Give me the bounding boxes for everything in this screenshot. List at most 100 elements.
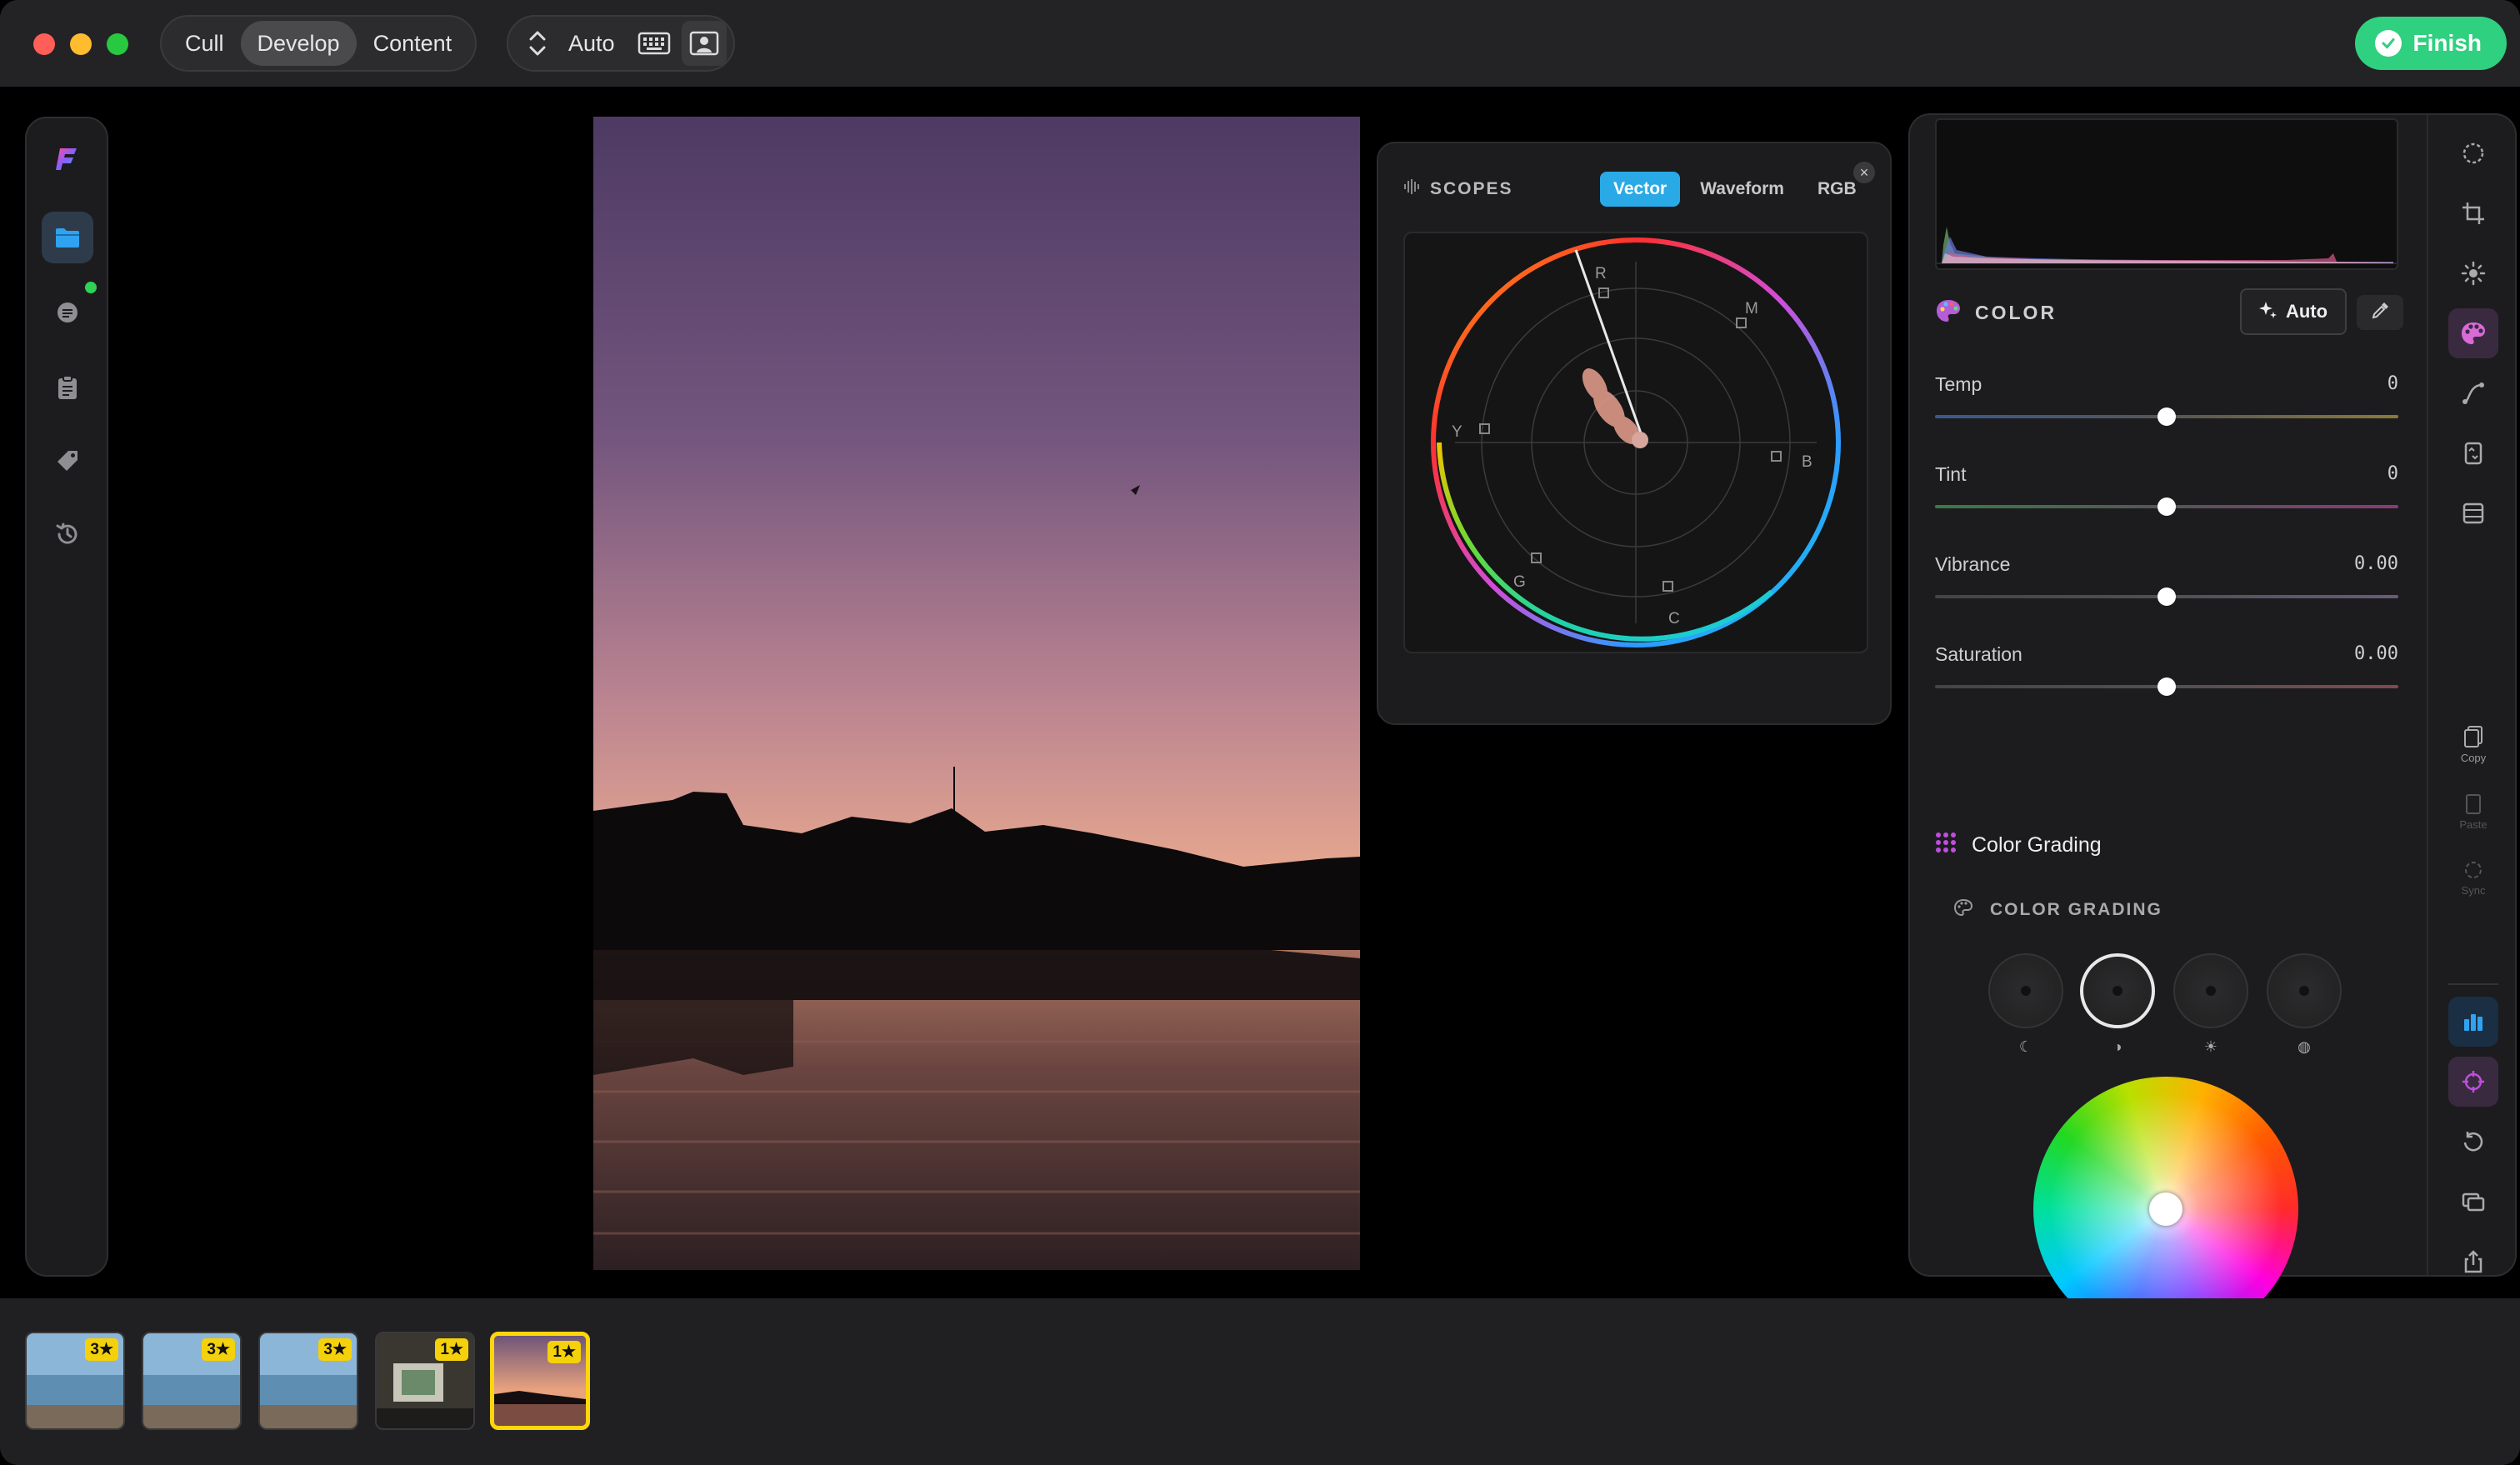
color-tool[interactable] (2448, 308, 2498, 358)
filmstrip: 3★ 3★ 3★ 1★ 1★ (0, 1298, 2520, 1465)
app-window: Cull Develop Content Auto Finish SCOPES … (0, 0, 2520, 1465)
finish-label: Finish (2412, 30, 2482, 56)
rating-badge: 3★ (202, 1338, 235, 1361)
tint-knob[interactable] (2158, 498, 2176, 516)
eyedropper-button[interactable] (2357, 295, 2403, 330)
film-thumb[interactable]: 3★ (25, 1332, 125, 1430)
shadows-wheel-handle[interactable] (2021, 986, 2031, 996)
tint-value[interactable]: 0 (2388, 463, 2398, 484)
status-dot (85, 282, 97, 293)
scopes-header: SCOPES (1403, 178, 1513, 200)
auto-button[interactable]: Auto (565, 21, 627, 66)
auto-sort-icon[interactable] (515, 21, 560, 66)
zoom-window-button[interactable] (107, 33, 128, 55)
undo-button[interactable] (2448, 1117, 2498, 1167)
palette-icon (1935, 298, 1962, 328)
color-section-header: COLOR Auto (1935, 288, 2403, 337)
waveform-icon (1403, 178, 1422, 200)
tool-divider (2448, 983, 2498, 985)
adjustments-panel: COLOR Auto Temp 0 Tint 0 Vibrance 0.00 S… (1908, 113, 2517, 1342)
close-scopes-button[interactable]: × (1853, 162, 1875, 183)
export-button[interactable] (2448, 1237, 2498, 1287)
color-grading-section-header[interactable]: Color Grading (1935, 832, 2102, 859)
global-wheel[interactable] (2267, 953, 2342, 1028)
color-grading-label: Color Grading (1972, 833, 2102, 857)
vibrance-label: Vibrance (1935, 553, 2011, 575)
sidebar-item-tags[interactable] (42, 435, 93, 487)
globe-icon: ◍ (2298, 1038, 2311, 1055)
scopes-title: SCOPES (1430, 179, 1513, 198)
mode-develop-tab[interactable]: Develop (240, 21, 357, 66)
color-wheel-handle[interactable] (2149, 1192, 2182, 1226)
saturation-slider[interactable]: Saturation 0.00 (1935, 643, 2398, 710)
vector-label-g: G (1513, 573, 1526, 591)
film-thumb[interactable]: 1★ (375, 1332, 475, 1430)
grid-dots-icon (1935, 832, 1957, 859)
temp-value[interactable]: 0 (2388, 373, 2398, 394)
shadows-wheel[interactable] (1988, 953, 2063, 1028)
rating-badge: 1★ (435, 1338, 468, 1361)
mode-content-tab[interactable]: Content (357, 21, 469, 66)
midtones-wheel-handle[interactable] (2112, 986, 2122, 996)
film-thumb-selected[interactable]: 1★ (490, 1332, 590, 1430)
midtones-wheel[interactable] (2080, 953, 2155, 1028)
scopes-panel: SCOPES Vector Waveform RGB × R M Y B G C (1377, 142, 1892, 725)
vector-label-m: M (1745, 300, 1758, 318)
film-tool[interactable] (2448, 488, 2498, 538)
app-logo-icon (42, 133, 93, 185)
vectorscope: R M Y B G C (1403, 232, 1868, 653)
vibrance-slider[interactable]: Vibrance 0.00 (1935, 553, 2398, 620)
tab-waveform[interactable]: Waveform (1687, 172, 1798, 207)
copy-button[interactable]: Copy (2448, 715, 2498, 773)
transform-tool[interactable] (2448, 428, 2498, 478)
highlights-wheel[interactable] (2173, 953, 2248, 1028)
close-window-button[interactable] (33, 33, 55, 55)
half-circle-icon: ◑ (2112, 1038, 2122, 1055)
highlights-wheel-handle[interactable] (2206, 986, 2216, 996)
minimize-window-button[interactable] (70, 33, 92, 55)
color-auto-button[interactable]: Auto (2240, 288, 2347, 335)
color-section-title: COLOR (1975, 301, 2058, 323)
vibrance-knob[interactable] (2158, 588, 2176, 606)
film-thumb[interactable]: 3★ (142, 1332, 242, 1430)
main-photo[interactable] (593, 117, 1360, 1270)
sidebar-item-history[interactable] (42, 508, 93, 560)
global-wheel-handle[interactable] (2299, 986, 2309, 996)
right-tool-strip: Copy Paste Sync (2427, 115, 2517, 1275)
sidebar-item-clipboard[interactable] (42, 362, 93, 413)
copy-label: Copy (2460, 751, 2487, 764)
sidebar-item-messages[interactable] (42, 282, 97, 338)
tint-slider[interactable]: Tint 0 (1935, 463, 2398, 530)
film-thumb[interactable]: 3★ (258, 1332, 358, 1430)
finish-button[interactable]: Finish (2354, 17, 2507, 70)
mask-circle-tool[interactable] (2448, 128, 2498, 178)
keyboard-icon[interactable] (632, 21, 677, 66)
vector-label-y: Y (1452, 423, 1462, 441)
checkmark-icon (2374, 30, 2402, 57)
sidebar-item-library[interactable] (42, 212, 93, 263)
eyedropper-icon (2371, 302, 2389, 324)
curves-tool[interactable] (2448, 368, 2498, 418)
sync-label: Sync (2461, 883, 2486, 897)
compare-button[interactable] (2448, 1177, 2498, 1227)
vibrance-value[interactable]: 0.00 (2354, 553, 2398, 574)
portrait-view-icon[interactable] (681, 21, 727, 66)
scopes-toggle[interactable] (2448, 997, 2498, 1047)
left-sidebar (25, 117, 108, 1277)
saturation-knob[interactable] (2158, 678, 2176, 696)
temp-label: Temp (1935, 373, 1982, 395)
sun-icon: ☀ (2203, 1038, 2218, 1055)
sync-button[interactable]: Sync (2448, 848, 2498, 907)
tab-vector[interactable]: Vector (1600, 172, 1681, 207)
saturation-label: Saturation (1935, 643, 2022, 665)
temp-knob[interactable] (2158, 408, 2176, 426)
mode-cull-tab[interactable]: Cull (168, 21, 241, 66)
workspace: SCOPES Vector Waveform RGB × R M Y B G C… (0, 87, 2520, 1342)
target-tool[interactable] (2448, 1057, 2498, 1107)
crop-tool[interactable] (2448, 188, 2498, 238)
light-tool[interactable] (2448, 248, 2498, 298)
rating-badge: 1★ (548, 1341, 581, 1363)
paste-button[interactable]: Paste (2448, 782, 2498, 840)
saturation-value[interactable]: 0.00 (2354, 643, 2398, 664)
temp-slider[interactable]: Temp 0 (1935, 373, 2398, 440)
